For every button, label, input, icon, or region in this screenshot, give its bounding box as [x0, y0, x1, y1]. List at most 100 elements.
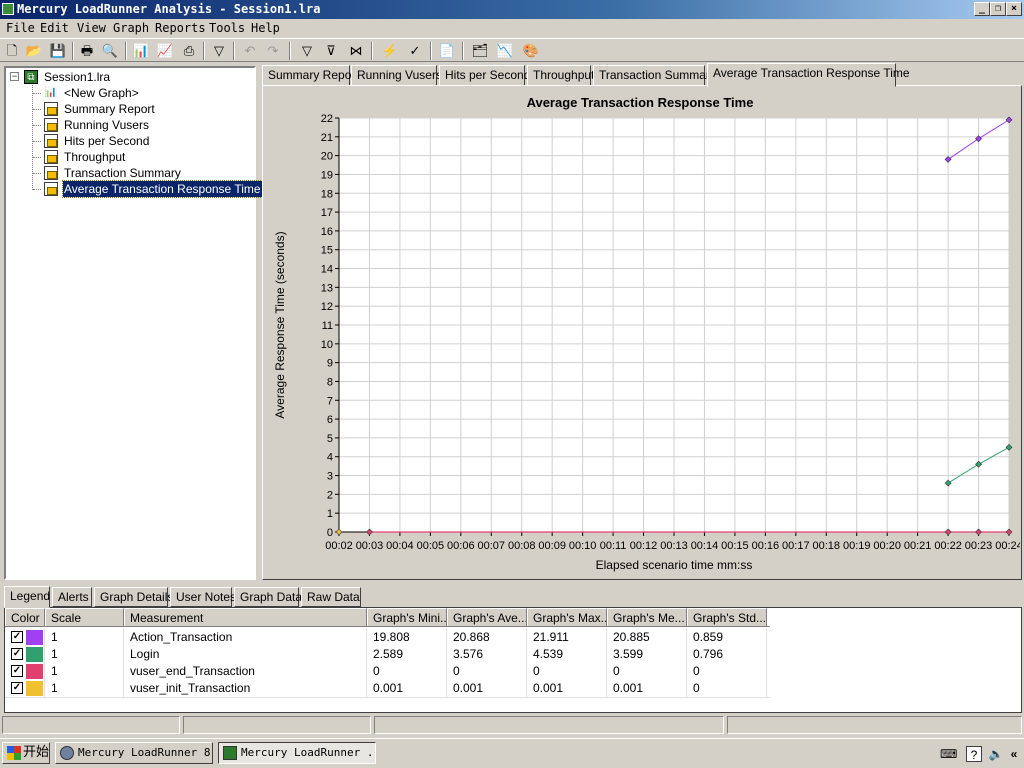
keyboard-icon[interactable]: ⌨	[940, 746, 957, 762]
collapse-toggle[interactable]: −	[10, 72, 19, 81]
minimize-button[interactable]: _	[974, 2, 990, 16]
toolbar: 🗋 📂 💾 🖶 🔍 📊 📈 ⎙ ▽ ↶ ↷ ▽ ⊽ ⋈ ⚡ ✓ 📄 🗂 📉 🎨	[0, 38, 1024, 62]
legend-cell-avg: 20.868	[447, 629, 527, 646]
color-swatch[interactable]	[26, 681, 43, 696]
col-header-median[interactable]: Graph's Me...	[607, 608, 687, 626]
session-icon: ⧉	[24, 70, 38, 84]
legend-row[interactable]: ✓ 1 Login 2.589 3.576 4.539 3.599 0.796	[5, 646, 770, 663]
y-tick-label: 4	[327, 452, 333, 464]
speaker-icon[interactable]: 🔈	[988, 746, 1004, 762]
menu-graph[interactable]: Graph	[113, 19, 149, 37]
x-tick-label: 00:08	[508, 540, 536, 552]
print-preview-icon[interactable]: 🔍	[101, 42, 119, 60]
color-swatch[interactable]	[26, 664, 43, 679]
tab-transaction-summary[interactable]: Transaction Summary	[593, 65, 716, 86]
menu-tools[interactable]: Tools	[209, 19, 245, 37]
legend-cell-measurement: vuser_end_Transaction	[124, 663, 367, 680]
help-icon[interactable]: ?	[966, 746, 982, 762]
clear-filter-icon[interactable]: ⊽	[322, 42, 340, 60]
filter-icon[interactable]: ▽	[210, 42, 228, 60]
visibility-checkbox[interactable]: ✓	[11, 682, 23, 694]
filter-graph-icon[interactable]: ▽	[298, 42, 316, 60]
open-icon[interactable]: 📂	[25, 42, 43, 60]
tab-graph-data[interactable]: Graph Data	[234, 587, 302, 607]
tab-user-notes[interactable]: User Notes	[170, 587, 236, 607]
x-tick-label: 00:24	[995, 540, 1020, 552]
tab-avg-transaction-response-time[interactable]: Average Transaction Response Time	[707, 63, 910, 87]
legend-cell-min: 19.808	[367, 629, 447, 646]
task-loadrunner-controller[interactable]: Mercury LoadRunner 8.1	[55, 742, 213, 764]
x-tick-label: 00:19	[843, 540, 871, 552]
legend-row[interactable]: ✓ 1 Action_Transaction 19.808 20.868 21.911 20…	[5, 629, 770, 646]
legend-colors-icon[interactable]: 🎨	[522, 42, 540, 60]
col-header-avg[interactable]: Graph's Ave...	[447, 608, 527, 626]
tree-item-hits-per-second[interactable]: Hits per Second	[64, 133, 149, 149]
x-axis-ticks: 00:02 00:03 00:04 00:05 00:06 00:07 00:08 00:09…	[325, 531, 1020, 552]
close-button[interactable]: ×	[1006, 2, 1022, 16]
menu-help[interactable]: Help	[251, 19, 280, 37]
col-header-measurement[interactable]: Measurement	[124, 608, 367, 626]
task-loadrunner-analysis[interactable]: Mercury LoadRunner ...	[218, 742, 376, 764]
y-tick-label: 9	[327, 358, 333, 370]
tab-raw-data[interactable]: Raw Data	[301, 587, 361, 607]
tab-summary-report[interactable]: Summary Report	[262, 65, 359, 86]
response-time-chart: Average Transaction Response Time 012345…	[273, 95, 1020, 572]
tab-alerts[interactable]: Alerts	[52, 587, 92, 607]
redo-icon[interactable]: ↷	[264, 42, 282, 60]
tree-item-transaction-summary[interactable]: Transaction Summary	[64, 165, 181, 181]
tree-item-new-graph[interactable]: <New Graph>	[64, 85, 139, 101]
color-swatch[interactable]	[26, 630, 43, 645]
analysis-icon	[223, 746, 237, 760]
col-header-max[interactable]: Graph's Max...	[527, 608, 607, 626]
y-tick-label: 14	[321, 264, 333, 276]
menu-edit[interactable]: Edit	[40, 19, 69, 37]
col-header-color[interactable]: Color	[5, 608, 45, 626]
merge-graphs-icon[interactable]: ⋈	[347, 42, 365, 60]
tree-root[interactable]: Session1.lra	[44, 69, 110, 85]
tab-legend[interactable]: Legend	[4, 586, 50, 608]
export-icon[interactable]: ⎙	[180, 42, 198, 60]
taskbar: 开始 Mercury LoadRunner 8.1 Mercury LoadRu…	[0, 738, 1024, 768]
graph-doc-icon	[44, 118, 58, 132]
col-header-min[interactable]: Graph's Mini...	[367, 608, 447, 626]
legend-row[interactable]: ✓ 1 vuser_init_Transaction 0.001 0.001 0.001 0…	[5, 680, 770, 697]
menu-file[interactable]: File	[6, 19, 35, 37]
x-tick-label: 00:05	[417, 540, 445, 552]
tree-item-running-vusers[interactable]: Running Vusers	[64, 117, 149, 133]
visibility-checkbox[interactable]: ✓	[11, 648, 23, 660]
start-label: 开始	[23, 745, 50, 760]
visibility-checkbox[interactable]: ✓	[11, 665, 23, 677]
auto-correlate-icon[interactable]: ⚡	[381, 42, 399, 60]
legend-row[interactable]: ✓ 1 vuser_end_Transaction 0 0 0 0 0	[5, 663, 770, 680]
report-icon[interactable]: 📄	[438, 42, 456, 60]
tree-item-throughput[interactable]: Throughput	[64, 149, 125, 165]
add-graph-icon[interactable]: 📊	[132, 42, 150, 60]
visibility-checkbox[interactable]: ✓	[11, 631, 23, 643]
x-tick-label: 00:04	[386, 540, 414, 552]
color-swatch[interactable]	[26, 647, 43, 662]
tab-graph-details[interactable]: Graph Details	[94, 587, 173, 607]
x-tick-label: 00:16	[752, 540, 780, 552]
html-report-icon[interactable]: 🗂	[471, 42, 489, 60]
chevron-left-icon[interactable]: «	[1006, 746, 1022, 762]
y-tick-label: 5	[327, 433, 333, 445]
tab-running-vusers[interactable]: Running Vusers	[351, 65, 442, 86]
word-report-icon[interactable]: 📉	[496, 42, 514, 60]
legend-cell-min: 2.589	[367, 646, 447, 663]
print-icon[interactable]: 🖶	[78, 42, 96, 60]
restore-button[interactable]: ❐	[990, 2, 1006, 16]
overlay-icon[interactable]: ✓	[406, 42, 424, 60]
menu-reports[interactable]: Reports	[155, 19, 206, 37]
col-header-scale[interactable]: Scale	[45, 608, 124, 626]
tab-throughput[interactable]: Throughput	[527, 65, 594, 86]
tab-hits-per-second[interactable]: Hits per Second	[439, 65, 530, 86]
graph-bars-icon[interactable]: 📈	[156, 42, 174, 60]
start-button[interactable]: 开始	[2, 742, 50, 764]
new-icon[interactable]: 🗋	[3, 42, 21, 60]
menu-view[interactable]: View	[77, 19, 106, 37]
undo-icon[interactable]: ↶	[241, 42, 259, 60]
tree-item-summary-report[interactable]: Summary Report	[64, 101, 155, 117]
tree-item-avg-response-time[interactable]: Average Transaction Response Time	[62, 180, 263, 198]
save-icon[interactable]: 💾	[49, 42, 67, 60]
col-header-std[interactable]: Graph's Std....	[687, 608, 767, 626]
